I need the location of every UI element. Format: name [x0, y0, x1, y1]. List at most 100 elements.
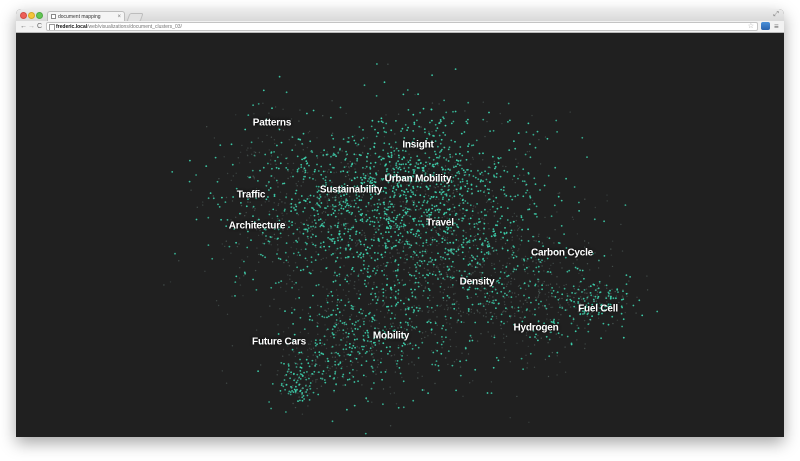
document-point[interactable]: [409, 195, 412, 198]
document-point[interactable]: [445, 211, 448, 214]
document-point[interactable]: [373, 233, 375, 236]
document-point[interactable]: [401, 216, 404, 219]
document-point[interactable]: [188, 180, 191, 183]
document-point[interactable]: [359, 213, 362, 216]
document-point[interactable]: [350, 213, 353, 216]
document-point[interactable]: [500, 320, 503, 323]
document-point[interactable]: [351, 266, 354, 269]
document-point[interactable]: [414, 209, 417, 211]
document-point[interactable]: [490, 235, 493, 238]
document-point[interactable]: [362, 173, 365, 175]
document-point[interactable]: [267, 162, 269, 165]
document-point[interactable]: [302, 268, 305, 271]
document-point[interactable]: [457, 240, 460, 242]
document-point[interactable]: [289, 274, 291, 277]
document-point[interactable]: [345, 225, 347, 227]
document-point[interactable]: [547, 174, 550, 177]
document-point[interactable]: [366, 137, 368, 139]
document-point[interactable]: [521, 180, 524, 183]
document-point[interactable]: [380, 178, 383, 180]
document-point[interactable]: [225, 240, 227, 242]
document-point[interactable]: [483, 264, 485, 266]
document-point[interactable]: [268, 149, 270, 151]
document-point[interactable]: [410, 190, 412, 192]
document-point[interactable]: [610, 292, 612, 295]
document-point[interactable]: [477, 190, 480, 193]
document-point[interactable]: [382, 295, 385, 297]
document-point[interactable]: [373, 225, 375, 228]
document-point[interactable]: [368, 320, 371, 322]
document-point[interactable]: [349, 237, 351, 240]
document-point[interactable]: [296, 254, 299, 256]
document-point[interactable]: [476, 255, 479, 258]
document-point[interactable]: [621, 325, 623, 328]
document-point[interactable]: [482, 258, 484, 261]
document-point[interactable]: [349, 316, 351, 318]
document-point[interactable]: [492, 296, 494, 298]
document-point[interactable]: [323, 149, 325, 152]
document-point[interactable]: [306, 230, 309, 233]
document-point[interactable]: [456, 321, 458, 324]
document-point[interactable]: [537, 296, 539, 298]
document-point[interactable]: [282, 129, 285, 132]
document-point[interactable]: [338, 273, 341, 276]
document-point[interactable]: [440, 193, 443, 195]
document-point[interactable]: [606, 287, 608, 289]
document-point[interactable]: [256, 247, 258, 249]
document-point[interactable]: [306, 198, 309, 200]
document-point[interactable]: [376, 219, 379, 221]
document-point[interactable]: [472, 144, 475, 147]
document-point[interactable]: [412, 345, 414, 347]
document-point[interactable]: [482, 315, 485, 317]
document-point[interactable]: [334, 205, 337, 208]
document-point[interactable]: [381, 256, 384, 259]
document-point[interactable]: [431, 259, 434, 261]
document-point[interactable]: [439, 202, 442, 205]
document-point[interactable]: [335, 344, 337, 346]
document-point[interactable]: [443, 239, 446, 242]
document-point[interactable]: [344, 276, 346, 279]
document-point[interactable]: [434, 322, 437, 325]
document-point[interactable]: [494, 287, 496, 289]
document-point[interactable]: [346, 244, 348, 246]
document-point[interactable]: [367, 336, 370, 338]
document-point[interactable]: [457, 254, 459, 256]
document-point[interactable]: [510, 229, 513, 232]
document-point[interactable]: [621, 250, 624, 252]
document-point[interactable]: [397, 149, 400, 152]
document-point[interactable]: [353, 206, 355, 208]
document-point[interactable]: [400, 350, 403, 353]
document-point[interactable]: [263, 242, 266, 245]
document-point[interactable]: [290, 371, 292, 374]
document-point[interactable]: [291, 390, 293, 392]
document-point[interactable]: [592, 295, 595, 297]
document-point[interactable]: [429, 121, 431, 124]
document-point[interactable]: [327, 365, 329, 367]
document-point[interactable]: [300, 166, 303, 169]
document-point[interactable]: [313, 208, 315, 211]
document-point[interactable]: [385, 247, 387, 250]
document-point[interactable]: [440, 304, 442, 306]
document-point[interactable]: [449, 345, 452, 348]
document-point[interactable]: [442, 324, 444, 327]
document-point[interactable]: [290, 210, 292, 213]
document-point[interactable]: [466, 209, 468, 212]
document-point[interactable]: [339, 170, 342, 173]
document-point[interactable]: [346, 354, 348, 356]
document-point[interactable]: [342, 377, 345, 379]
document-point[interactable]: [443, 185, 446, 188]
document-point[interactable]: [348, 170, 350, 172]
document-point[interactable]: [420, 126, 422, 128]
document-point[interactable]: [337, 218, 340, 221]
document-point[interactable]: [349, 235, 352, 237]
document-point[interactable]: [512, 270, 514, 273]
document-point[interactable]: [450, 307, 452, 309]
document-point[interactable]: [283, 379, 286, 381]
document-point[interactable]: [292, 175, 294, 178]
document-point[interactable]: [280, 154, 283, 156]
document-point[interactable]: [387, 201, 390, 203]
document-point[interactable]: [501, 246, 503, 248]
document-point[interactable]: [379, 361, 382, 364]
document-point[interactable]: [535, 240, 537, 242]
document-point[interactable]: [371, 244, 373, 247]
